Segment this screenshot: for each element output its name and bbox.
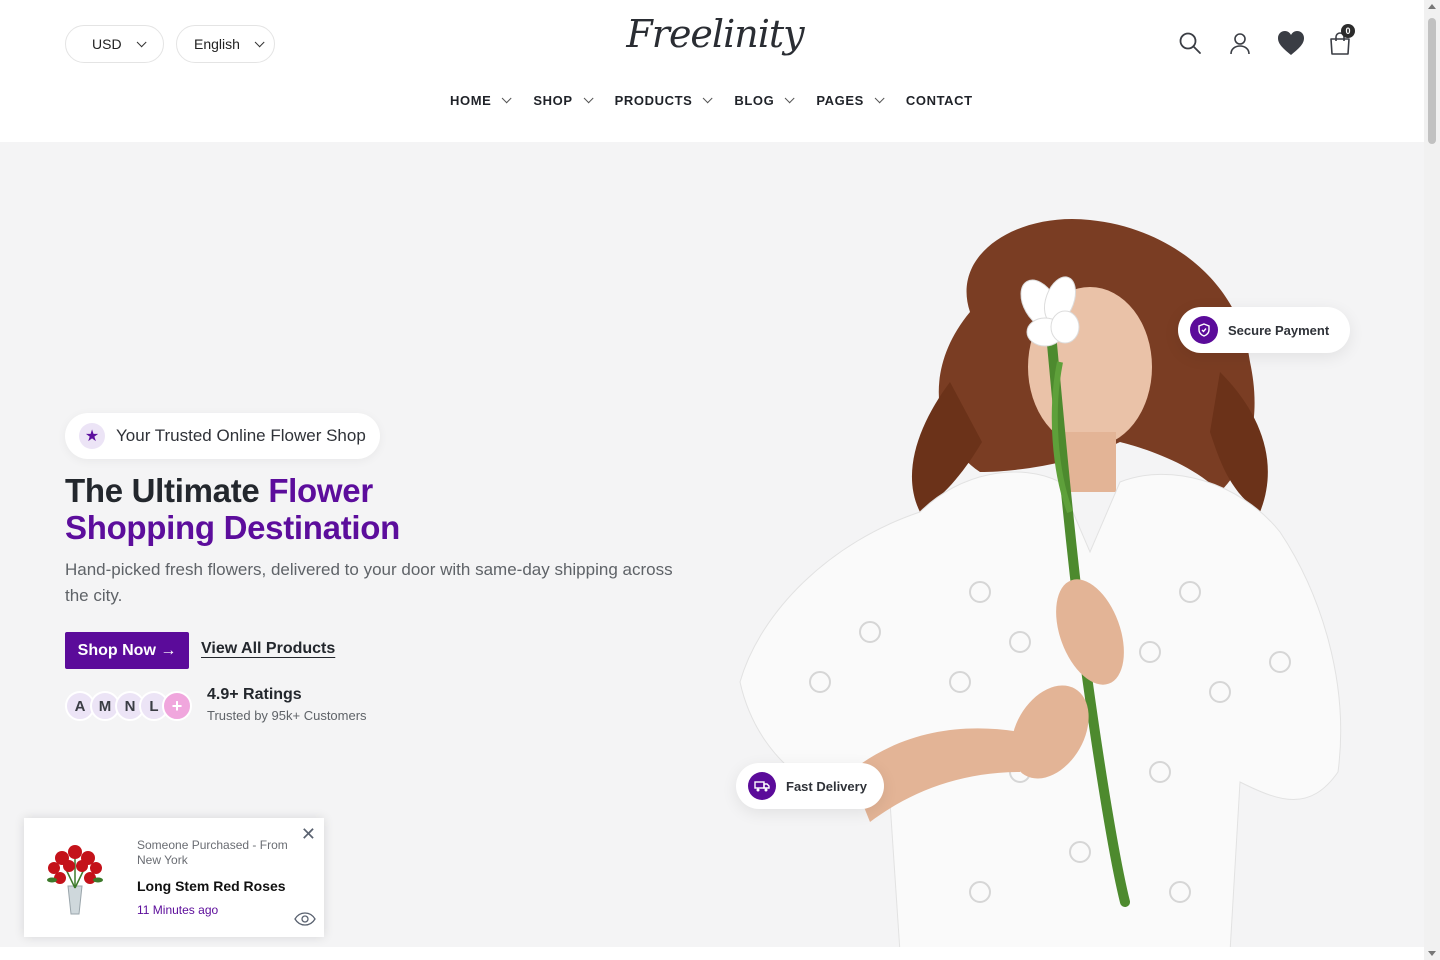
site-logo[interactable]: Freelinity [600,12,830,56]
secure-payment-card: Secure Payment [1178,307,1350,353]
customer-avatars: A M N L + [65,691,195,723]
wishlist-heart-icon[interactable] [1276,28,1306,58]
language-select[interactable]: English [176,25,275,63]
rating-title: 4.9+ Ratings [207,686,302,703]
trusted-badge: ★ Your Trusted Online Flower Shop [65,413,380,459]
cart-count-badge: 0 [1341,24,1355,38]
account-icon[interactable] [1225,28,1255,58]
cart-icon[interactable]: 0 [1325,24,1355,58]
language-value: English [194,36,240,52]
scrollbar-thumb[interactable] [1428,18,1436,144]
headline-text: The Ultimate [65,472,269,509]
main-nav: HOME SHOP PRODUCTS BLOG PAGES CONTACT [450,93,973,108]
close-icon[interactable]: ✕ [301,824,316,845]
chevron-down-icon [874,93,885,104]
nav-home[interactable]: HOME [450,93,512,108]
fast-delivery-text: Fast Delivery [786,778,867,794]
nav-label: SHOP [533,93,573,108]
shop-now-button[interactable]: Shop Now → [65,632,189,669]
chevron-down-icon [136,36,147,47]
view-all-products-link[interactable]: View All Products [201,640,335,658]
chevron-down-icon [703,93,713,104]
headline-accent: Flower [268,472,373,509]
rating-subtitle: Trusted by 95k+ Customers [207,708,367,723]
recent-purchase-popup: Someone Purchased - From New York Long S… [24,818,324,937]
nav-products[interactable]: PRODUCTS [614,93,713,108]
purchase-product-name[interactable]: Long Stem Red Roses [137,878,286,894]
hero-subtext: Hand-picked fresh flowers, delivered to … [65,560,673,605]
nav-label: CONTACT [905,93,973,108]
nav-label: PRODUCTS [614,93,693,108]
product-thumbnail-roses [47,845,103,915]
site-header: USD English Freelinity 0 HOME SHOP PRODU… [0,0,1424,142]
secure-payment-text: Secure Payment [1228,322,1330,338]
scroll-up-arrow-icon[interactable] [1428,4,1436,9]
scroll-down-arrow-icon[interactable] [1428,951,1436,956]
nav-contact[interactable]: CONTACT [906,93,973,108]
nav-blog[interactable]: BLOG [734,93,795,108]
nav-label: BLOG [734,93,775,108]
currency-value: USD [92,36,122,52]
headline-accent-line2: Shopping Destination [65,509,400,546]
chevron-down-icon [254,36,265,47]
nav-label: PAGES [816,93,864,108]
avatar-more: + [162,691,192,721]
star-icon: ★ [79,423,105,449]
nav-shop[interactable]: SHOP [533,93,594,108]
search-icon[interactable] [1175,28,1205,58]
hero-headline: The Ultimate Flower Shopping Destination [65,472,400,546]
chevron-down-icon [785,93,795,104]
shield-icon [1190,316,1218,344]
trusted-badge-text: Your Trusted Online Flower Shop [116,426,366,445]
fast-delivery-card: Fast Delivery [736,763,884,809]
chevron-down-icon [502,93,512,104]
nav-pages[interactable]: PAGES [816,93,885,108]
eye-icon[interactable] [294,912,316,931]
purchase-time: 11 Minutes ago [137,903,219,917]
delivery-truck-icon [748,772,776,800]
page-scrollbar[interactable] [1424,0,1440,960]
nav-label: HOME [450,93,492,108]
purchase-origin: Someone Purchased - From New York [137,838,288,867]
chevron-down-icon [583,93,594,104]
currency-select[interactable]: USD [65,25,164,63]
